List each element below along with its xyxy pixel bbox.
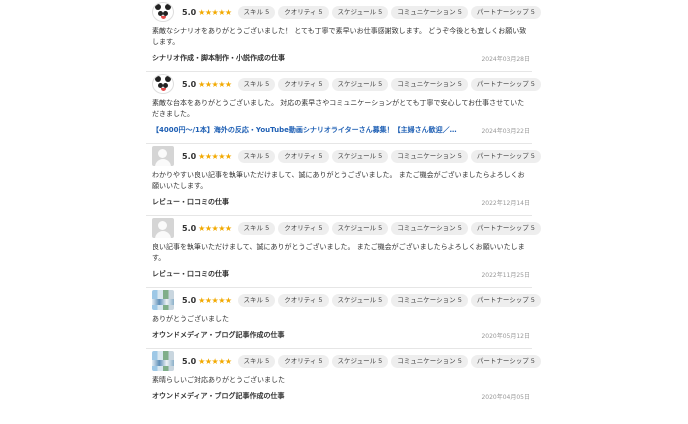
review-footer: オウンドメディア・ブログ記事作成の仕事 2020年04月05日	[152, 391, 530, 409]
star-rating-icon: ★★★★★	[198, 79, 232, 89]
review-footer: 【4000円〜/1本】海外の反応・YouTube動画シナリオライターさん募集！【…	[152, 125, 530, 143]
rating-tag: パートナーシップ 5	[470, 221, 541, 235]
rating-score: 5.0	[182, 7, 197, 17]
rating-tag: スケジュール 5	[331, 5, 389, 19]
rating-tag: スケジュール 5	[331, 354, 389, 368]
review-footer: レビュー・口コミの仕事 2022年12月14日	[152, 197, 530, 215]
rating-tag: パートナーシップ 5	[470, 354, 541, 368]
rating-tag: スキル 5	[237, 149, 276, 163]
review-date: 2020年04月05日	[481, 393, 530, 401]
review-footer: シナリオ作成・脚本制作・小説作成の仕事 2024年03月28日	[152, 53, 530, 71]
rating-tag: パートナーシップ 5	[470, 5, 541, 19]
rating-tags: スキル 5 クオリティ 5 スケジュール 5 コミュニケーション 5 パートナーシップ …	[237, 354, 541, 368]
rating-tag: コミュニケーション 5	[391, 293, 468, 307]
rating-tag: スキル 5	[237, 354, 276, 368]
rating-score: 5.0	[182, 79, 197, 89]
rating-tag: パートナーシップ 5	[470, 77, 541, 91]
rating-tag: スケジュール 5	[331, 149, 389, 163]
review-date: 2022年12月14日	[481, 199, 530, 207]
rating-tag: スキル 5	[237, 293, 276, 307]
review-item: 5.0 ★★★★★ スキル 5 クオリティ 5 スケジュール 5 コミュニケーション 5パ…	[146, 2, 541, 72]
review-header: 5.0 ★★★★★ スキル 5 クオリティ 5 スケジュール 5 コミュニケーション 5パ…	[152, 146, 541, 166]
job-title: レビュー・口コミの仕事	[152, 270, 229, 278]
review-header: 5.0 ★★★★★ スキル 5 クオリティ 5 スケジュール 5 コミュニケーション 5パ…	[152, 74, 541, 94]
rating-tag: クオリティ 5	[278, 149, 329, 163]
review-item: 5.0 ★★★★★ スキル 5 クオリティ 5 スケジュール 5 コミュニケーション 5パ…	[146, 74, 541, 144]
rating-score: 5.0	[182, 356, 197, 366]
default-avatar[interactable]	[152, 218, 174, 238]
review-date: 2020年05月12日	[481, 332, 530, 340]
review-text: 素敵な台本をありがとうございました。 対応の素早さやコミュニケーションがとても丁…	[152, 99, 525, 118]
rating-score: 5.0	[182, 151, 197, 161]
rating-tag: コミュニケーション 5	[391, 77, 468, 91]
rating-tag: クオリティ 5	[278, 293, 329, 307]
review-header: 5.0 ★★★★★ スキル 5 クオリティ 5 スケジュール 5 コミュニケーション 5パ…	[152, 218, 541, 238]
star-rating-icon: ★★★★★	[198, 295, 232, 305]
review-footer: オウンドメディア・ブログ記事作成の仕事 2020年05月12日	[152, 330, 530, 348]
rating-tags: スキル 5 クオリティ 5 スケジュール 5 コミュニケーション 5 パートナーシップ …	[237, 149, 541, 163]
review-date: 2022年11月25日	[481, 271, 530, 279]
panda-avatar[interactable]	[152, 74, 174, 94]
rating-tag: クオリティ 5	[278, 5, 329, 19]
rating-tag: スキル 5	[237, 221, 276, 235]
review-header: 5.0 ★★★★★ スキル 5 クオリティ 5 スケジュール 5 コミュニケーション 5パ…	[152, 2, 541, 22]
rating-tag: コミュニケーション 5	[391, 221, 468, 235]
rating-tags: スキル 5 クオリティ 5 スケジュール 5 コミュニケーション 5 パートナーシップ …	[237, 77, 541, 91]
rating-tag: コミュニケーション 5	[391, 5, 468, 19]
default-avatar[interactable]	[152, 146, 174, 166]
mosaic-avatar[interactable]	[152, 351, 174, 371]
star-rating-icon: ★★★★★	[198, 151, 232, 161]
rating-tag: スケジュール 5	[331, 77, 389, 91]
review-item: 5.0 ★★★★★ スキル 5 クオリティ 5 スケジュール 5 コミュニケーション 5パ…	[146, 290, 541, 349]
rating-tag: スケジュール 5	[331, 221, 389, 235]
mosaic-avatar[interactable]	[152, 290, 174, 310]
rating-tag: スキル 5	[237, 77, 276, 91]
rating-tag: クオリティ 5	[278, 354, 329, 368]
rating-tag: クオリティ 5	[278, 77, 329, 91]
review-text: 良い記事を執筆いただけまして、誠にありがとうございました。 またご機会がございま…	[152, 243, 525, 262]
panda-avatar[interactable]	[152, 2, 174, 22]
review-text: 素敵なシナリオをありがとうございました！ とても丁寧で素早いお仕事感謝致します。…	[152, 27, 527, 46]
job-title: オウンドメディア・ブログ記事作成の仕事	[152, 331, 285, 339]
star-rating-icon: ★★★★★	[198, 7, 232, 17]
review-text: わかりやすい良い記事を執筆いただけまして、誠にありがとうございました。 またご機…	[152, 171, 525, 190]
rating-tags: スキル 5 クオリティ 5 スケジュール 5 コミュニケーション 5 パートナーシップ …	[237, 5, 541, 19]
rating-tag: クオリティ 5	[278, 221, 329, 235]
rating-tag: スケジュール 5	[331, 293, 389, 307]
review-date: 2024年03月28日	[481, 55, 530, 63]
job-title: シナリオ作成・脚本制作・小説作成の仕事	[152, 54, 285, 62]
rating-score: 5.0	[182, 295, 197, 305]
job-link[interactable]: 【4000円〜/1本】海外の反応・YouTube動画シナリオライターさん募集！【…	[152, 125, 457, 135]
review-item: 5.0 ★★★★★ スキル 5 クオリティ 5 スケジュール 5 コミュニケーション 5パ…	[146, 351, 541, 409]
review-footer: レビュー・口コミの仕事 2022年11月25日	[152, 269, 530, 287]
review-date: 2024年03月22日	[481, 127, 530, 135]
rating-tags: スキル 5 クオリティ 5 スケジュール 5 コミュニケーション 5 パートナーシップ …	[237, 293, 541, 307]
rating-tag: コミュニケーション 5	[391, 354, 468, 368]
review-item: 5.0 ★★★★★ スキル 5 クオリティ 5 スケジュール 5 コミュニケーション 5パ…	[146, 218, 541, 288]
rating-tag: パートナーシップ 5	[470, 149, 541, 163]
review-text: ありがとうございました	[152, 315, 229, 323]
review-list: 5.0 ★★★★★ スキル 5 クオリティ 5 スケジュール 5 コミュニケーション 5パ…	[146, 0, 541, 409]
rating-tag: コミュニケーション 5	[391, 149, 468, 163]
review-header: 5.0 ★★★★★ スキル 5 クオリティ 5 スケジュール 5 コミュニケーション 5パ…	[152, 351, 541, 371]
job-title: オウンドメディア・ブログ記事作成の仕事	[152, 392, 285, 400]
star-rating-icon: ★★★★★	[198, 356, 232, 366]
job-title: レビュー・口コミの仕事	[152, 198, 229, 206]
rating-tag: パートナーシップ 5	[470, 293, 541, 307]
review-header: 5.0 ★★★★★ スキル 5 クオリティ 5 スケジュール 5 コミュニケーション 5パ…	[152, 290, 541, 310]
rating-tags: スキル 5 クオリティ 5 スケジュール 5 コミュニケーション 5 パートナーシップ …	[237, 221, 541, 235]
rating-tag: スキル 5	[237, 5, 276, 19]
star-rating-icon: ★★★★★	[198, 223, 232, 233]
rating-score: 5.0	[182, 223, 197, 233]
review-text: 素晴らしいご対応ありがとうございました	[152, 376, 285, 384]
review-item: 5.0 ★★★★★ スキル 5 クオリティ 5 スケジュール 5 コミュニケーション 5パ…	[146, 146, 541, 216]
